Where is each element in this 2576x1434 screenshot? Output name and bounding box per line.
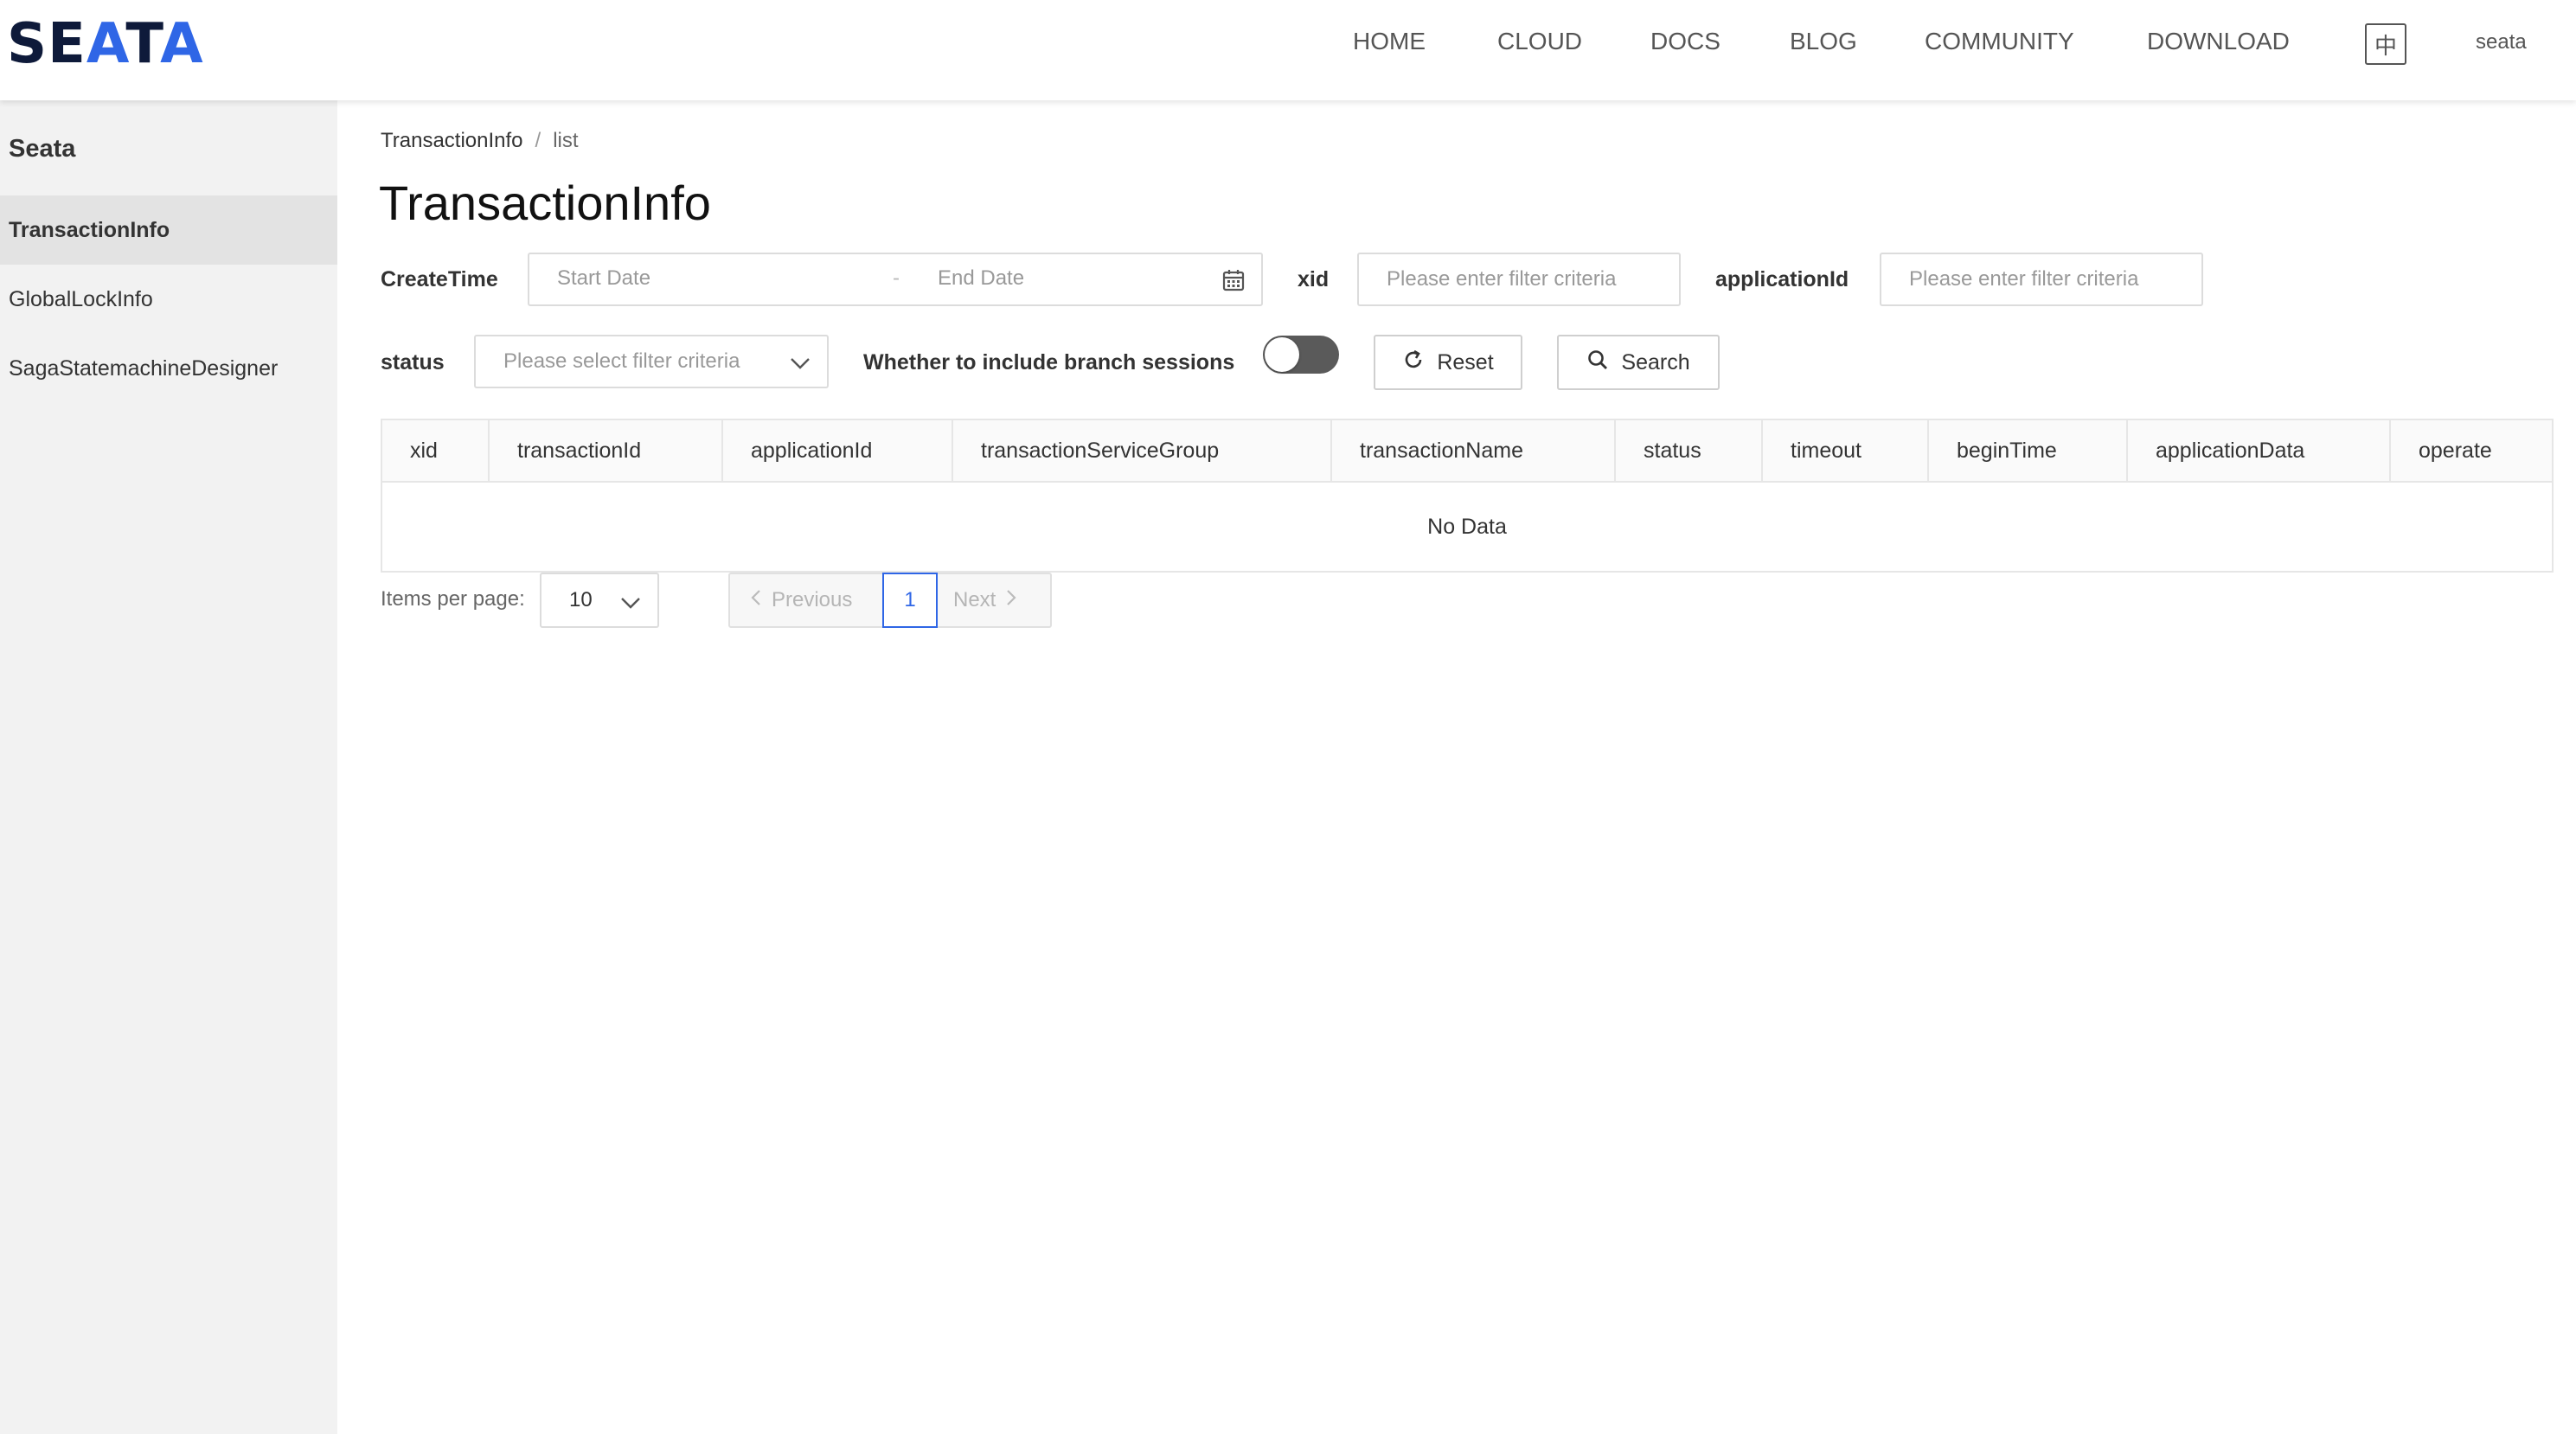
page-title: TransactionInfo xyxy=(379,176,711,230)
items-per-page-label: Items per page: xyxy=(381,587,525,611)
nav-home[interactable]: HOME xyxy=(1353,26,1426,57)
status-label: status xyxy=(381,350,445,375)
column-header-timeout: timeout xyxy=(1763,420,1929,481)
logo-text-mid: T xyxy=(125,12,161,76)
nav-cloud[interactable]: CLOUD xyxy=(1497,26,1582,57)
chevron-left-icon xyxy=(749,587,763,614)
status-select-placeholder: Please select filter criteria xyxy=(503,349,740,373)
search-icon xyxy=(1586,349,1609,377)
column-header-status: status xyxy=(1616,420,1763,481)
chevron-right-icon xyxy=(1004,587,1018,614)
column-header-transactionname: transactionName xyxy=(1332,420,1616,481)
applicationid-label: applicationId xyxy=(1715,267,1849,291)
column-header-transactionservicegroup: transactionServiceGroup xyxy=(953,420,1332,481)
date-range-separator: - xyxy=(893,266,900,290)
reset-button[interactable]: Reset xyxy=(1374,335,1522,390)
table-header: xid transactionId applicationId transact… xyxy=(382,420,2552,483)
calendar-icon[interactable] xyxy=(1221,268,1246,298)
start-date-input[interactable]: Start Date xyxy=(557,266,650,291)
user-name[interactable]: seata xyxy=(2476,29,2527,55)
refresh-icon xyxy=(1402,349,1425,377)
column-header-applicationdata: applicationData xyxy=(2128,420,2391,481)
xid-label: xid xyxy=(1298,267,1330,291)
column-header-applicationid: applicationId xyxy=(723,420,953,481)
breadcrumb-root[interactable]: TransactionInfo xyxy=(381,129,523,152)
table-empty-message: No Data xyxy=(1427,514,1507,539)
createtime-date-range-picker[interactable]: Start Date - End Date xyxy=(528,253,1263,306)
next-page-button[interactable]: Next xyxy=(953,574,1018,626)
seata-logo[interactable]: SEATA xyxy=(7,16,204,73)
toggle-knob xyxy=(1265,337,1299,372)
breadcrumb-current: list xyxy=(553,129,579,152)
sidebar: Seata TransactionInfo GlobalLockInfo Sag… xyxy=(0,100,337,1434)
previous-page-label: Previous xyxy=(772,588,853,611)
createtime-label: CreateTime xyxy=(381,267,498,291)
chevron-down-icon xyxy=(619,593,642,618)
xid-input-wrapper[interactable] xyxy=(1357,253,1681,306)
column-header-transactionid: transactionId xyxy=(490,420,723,481)
reset-button-label: Reset xyxy=(1437,349,1494,375)
column-header-operate: operate xyxy=(2419,438,2492,463)
page-size-select[interactable]: 10 xyxy=(540,573,659,628)
nav-blog[interactable]: BLOG xyxy=(1790,26,1857,57)
column-header-xid: xid xyxy=(382,420,490,481)
search-button-label: Search xyxy=(1621,349,1690,375)
branch-sessions-label: Whether to include branch sessions xyxy=(863,350,1235,375)
sidebar-item-label: TransactionInfo xyxy=(9,217,170,242)
logo-text-prefix: SE xyxy=(7,12,87,76)
sidebar-title: Seata xyxy=(9,135,76,163)
next-page-label: Next xyxy=(953,588,996,611)
page-number-button[interactable]: 1 xyxy=(882,573,938,628)
branch-sessions-toggle[interactable] xyxy=(1263,336,1339,374)
language-switch-button[interactable]: 中 xyxy=(2365,23,2406,65)
previous-page-button[interactable]: Previous xyxy=(749,574,852,626)
logo-text-suffix: A xyxy=(160,12,204,76)
sidebar-item-label: GlobalLockInfo xyxy=(9,286,153,311)
top-navigation-bar: SEATA HOME CLOUD DOCS BLOG COMMUNITY DOW… xyxy=(0,0,2576,100)
sidebar-item-globallockinfo[interactable]: GlobalLockInfo xyxy=(0,265,337,334)
sidebar-item-label: SagaStatemachineDesigner xyxy=(9,355,279,381)
pagination: Previous 1 Next xyxy=(728,573,1052,628)
logo-text-accent: A xyxy=(86,12,126,76)
applicationid-input-wrapper[interactable] xyxy=(1880,253,2203,306)
page-size-value: 10 xyxy=(569,588,593,611)
transaction-table: xid transactionId applicationId transact… xyxy=(381,419,2554,573)
nav-community[interactable]: COMMUNITY xyxy=(1925,26,2074,57)
applicationid-input[interactable] xyxy=(1909,267,2201,291)
column-header-begintime: beginTime xyxy=(1929,420,2128,481)
xid-input[interactable] xyxy=(1387,267,1679,291)
breadcrumb-separator: / xyxy=(535,129,541,152)
search-button[interactable]: Search xyxy=(1557,335,1720,390)
status-select[interactable]: Please select filter criteria xyxy=(474,335,829,388)
sidebar-item-transactioninfo[interactable]: TransactionInfo xyxy=(0,195,337,265)
chevron-down-icon xyxy=(789,354,811,378)
nav-download[interactable]: DOWNLOAD xyxy=(2147,26,2290,57)
end-date-input[interactable]: End Date xyxy=(938,266,1024,291)
breadcrumb: TransactionInfo / list xyxy=(381,128,579,154)
sidebar-item-sagastatemachinedesigner[interactable]: SagaStatemachineDesigner xyxy=(0,334,337,403)
nav-docs[interactable]: DOCS xyxy=(1650,26,1721,57)
